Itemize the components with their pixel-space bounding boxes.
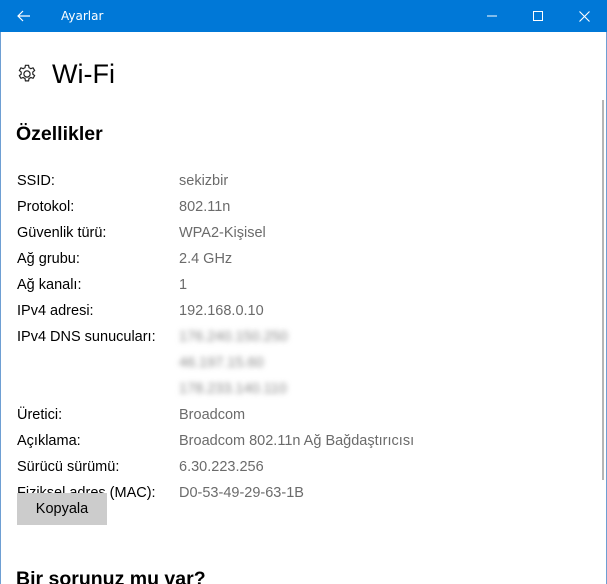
gear-icon — [18, 64, 36, 82]
maximize-button[interactable] — [515, 0, 561, 32]
property-value: sekizbir — [179, 173, 229, 189]
properties-list: SSID: sekizbir Protokol: 802.11n Güvenli… — [17, 168, 577, 506]
dns-server: 46.197.15.60 — [179, 355, 264, 371]
property-value: 2.4 GHz — [179, 251, 233, 267]
property-row-manufacturer: Üretici: Broadcom — [17, 402, 577, 428]
minimize-button[interactable] — [469, 0, 515, 32]
property-value: Broadcom — [179, 407, 246, 423]
property-label: Güvenlik türü: — [17, 225, 107, 241]
property-row-ssid: SSID: sekizbir — [17, 168, 577, 194]
property-value: WPA2-Kişisel — [179, 225, 266, 241]
property-row-ipv4: IPv4 adresi: 192.168.0.10 — [17, 298, 577, 324]
window-border-left — [0, 32, 1, 584]
maximize-icon — [533, 11, 543, 21]
properties-heading: Özellikler — [16, 123, 103, 145]
close-button[interactable] — [561, 0, 607, 32]
page-header: Wi-Fi — [16, 58, 115, 90]
property-row-protocol: Protokol: 802.11n — [17, 194, 577, 220]
property-row-driver: Sürücü sürümü: 6.30.223.256 — [17, 454, 577, 480]
property-value: Broadcom 802.11n Ağ Bağdaştırıcısı — [179, 433, 415, 449]
title-bar: Ayarlar — [0, 0, 607, 32]
window-title: Ayarlar — [61, 9, 104, 23]
page-title: Wi-Fi — [52, 58, 115, 89]
back-arrow-icon — [17, 10, 30, 22]
property-row-channel: Ağ kanalı: 1 — [17, 272, 577, 298]
close-icon — [578, 10, 590, 22]
property-value: D0-53-49-29-63-1B — [179, 485, 304, 501]
property-label: Ağ grubu: — [17, 251, 80, 267]
help-heading: Bir sorunuz mu var? — [16, 568, 206, 584]
back-button[interactable] — [0, 0, 48, 32]
property-label: Üretici: — [17, 407, 63, 423]
property-value: 1 — [179, 277, 188, 293]
dns-server: 178.233.140.110 — [179, 381, 287, 397]
property-label: Sürücü sürümü: — [17, 459, 120, 475]
property-row-security: Güvenlik türü: WPA2-Kişisel — [17, 220, 577, 246]
scrollbar-thumb[interactable] — [602, 100, 604, 480]
copy-button[interactable]: Kopyala — [17, 493, 107, 525]
property-value: 6.30.223.256 — [179, 459, 264, 475]
property-label: Ağ kanalı: — [17, 277, 82, 293]
property-label: IPv4 DNS sunucuları: — [17, 329, 156, 345]
property-value-dns: 176.240.150.250 46.197.15.60 178.233.140… — [179, 324, 288, 402]
property-row-description: Açıklama: Broadcom 802.11n Ağ Bağdaştırı… — [17, 428, 577, 454]
property-row-band: Ağ grubu: 2.4 GHz — [17, 246, 577, 272]
property-label: SSID: — [17, 173, 55, 189]
dns-server: 176.240.150.250 — [179, 329, 288, 345]
property-value: 192.168.0.10 — [179, 303, 264, 319]
property-label: Açıklama: — [17, 433, 81, 449]
property-label: IPv4 adresi: — [17, 303, 94, 319]
property-value: 802.11n — [179, 199, 231, 215]
minimize-icon — [487, 15, 497, 17]
property-label: Protokol: — [17, 199, 75, 215]
property-row-dns: IPv4 DNS sunucuları: 176.240.150.250 46.… — [17, 324, 577, 402]
